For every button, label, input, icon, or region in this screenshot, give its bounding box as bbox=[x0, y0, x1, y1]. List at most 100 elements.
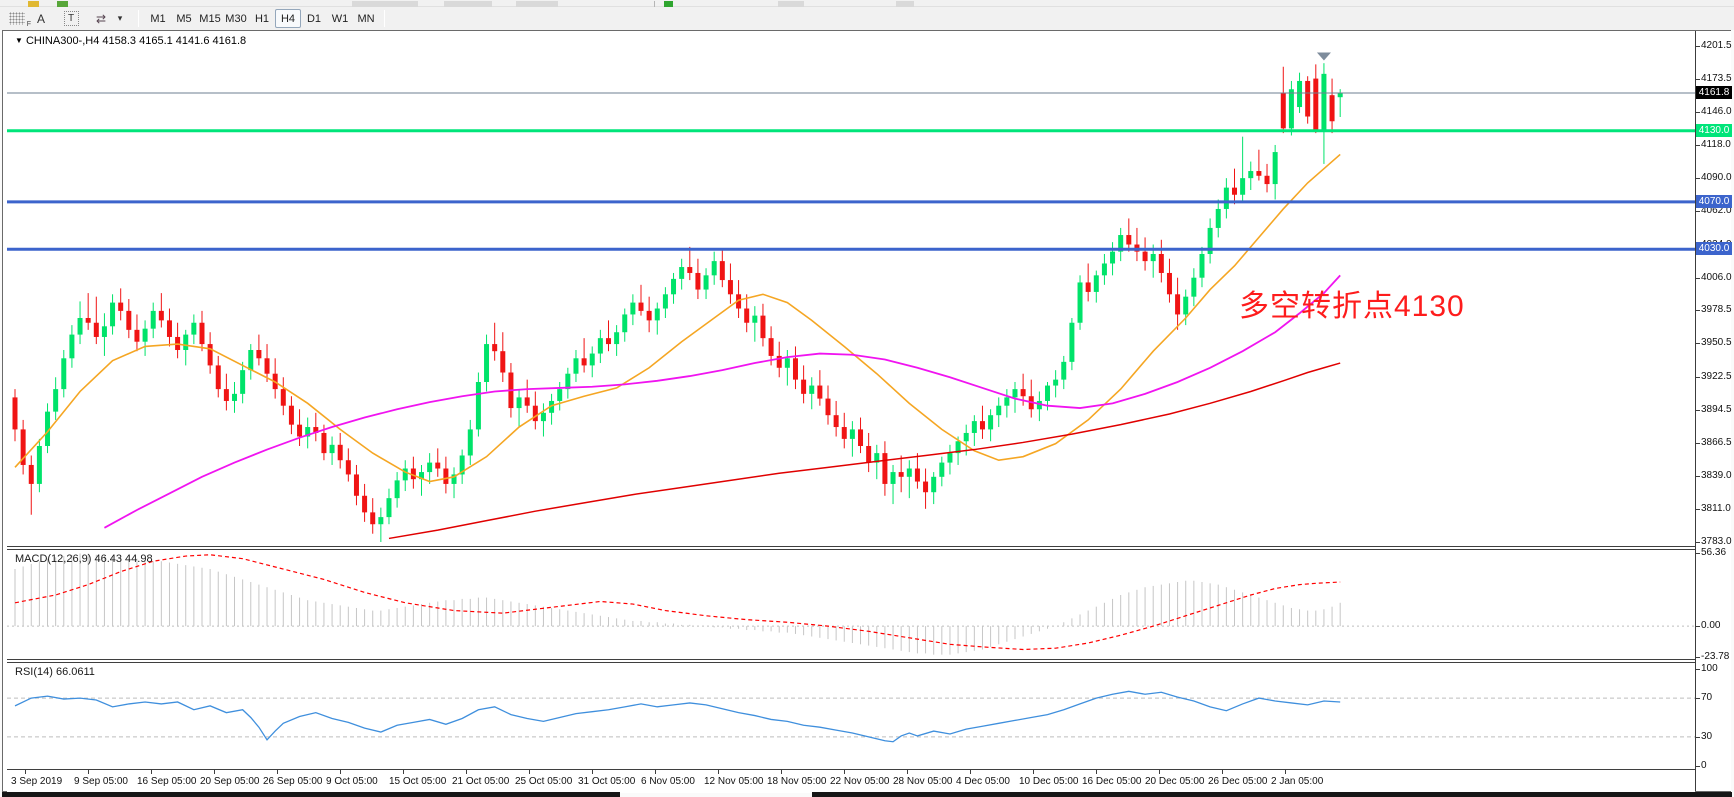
axis-tick-mark bbox=[1696, 669, 1700, 670]
candles bbox=[13, 63, 1343, 542]
date-tick-mark bbox=[1159, 770, 1160, 774]
chart-ohlc-values: 4158.3 4165.1 4141.6 4161.8 bbox=[102, 35, 246, 47]
crosshair-grid-icon[interactable]: F bbox=[5, 9, 29, 28]
price-tick-label: 3950.5 bbox=[1701, 337, 1732, 348]
price-tick-label: 4090.0 bbox=[1701, 172, 1732, 183]
macd-tick-label: 56.36 bbox=[1701, 547, 1726, 558]
text-label-icon[interactable]: A bbox=[33, 9, 49, 28]
date-tick-label: 20 Sep 05:00 bbox=[200, 776, 260, 787]
date-tick-mark bbox=[781, 770, 782, 774]
date-tick-mark bbox=[340, 770, 341, 774]
price-axis[interactable]: 4201.54173.54146.04118.04090.04062.04034… bbox=[1695, 31, 1731, 791]
rsi-canvas[interactable] bbox=[7, 663, 1695, 769]
date-tick-label: 9 Sep 05:00 bbox=[74, 776, 128, 787]
date-tick-label: 16 Dec 05:00 bbox=[1082, 776, 1142, 787]
date-tick-mark bbox=[907, 770, 908, 774]
date-tick-label: 16 Sep 05:00 bbox=[137, 776, 197, 787]
axis-tick-mark bbox=[1696, 310, 1700, 311]
axis-tick-mark bbox=[1696, 278, 1700, 279]
price-tick-label: 3783.0 bbox=[1701, 536, 1732, 547]
date-tick-label: 21 Oct 05:00 bbox=[452, 776, 509, 787]
chinese-annotation-text: 多空转折点4130 bbox=[1239, 281, 1465, 325]
axis-tick-mark bbox=[1696, 476, 1700, 477]
grid-glyph: F bbox=[9, 12, 25, 25]
text-box-icon[interactable]: T bbox=[61, 9, 81, 28]
date-tick-mark bbox=[151, 770, 152, 774]
axis-tick-mark bbox=[1696, 542, 1700, 543]
clipped-upper-toolbar bbox=[0, 0, 1734, 7]
rsi-tick-label: 0 bbox=[1701, 760, 1707, 771]
date-tick-mark bbox=[88, 770, 89, 774]
sell-arrow-marker bbox=[1317, 53, 1331, 61]
macd-canvas[interactable] bbox=[7, 550, 1695, 659]
price-tick-label: 3811.0 bbox=[1701, 503, 1731, 514]
timeframe-button-M5[interactable]: M5 bbox=[171, 9, 197, 28]
text-label-glyph: A bbox=[37, 12, 45, 26]
date-tick-mark bbox=[466, 770, 467, 774]
timeframe-button-W1[interactable]: W1 bbox=[327, 9, 353, 28]
date-tick-label: 26 Sep 05:00 bbox=[263, 776, 323, 787]
axis-tick-mark bbox=[1696, 553, 1700, 554]
price-tick-label: 3894.5 bbox=[1701, 404, 1732, 415]
rsi-pane: RSI(14) 66.0611 bbox=[7, 663, 1695, 769]
axis-tick-mark bbox=[1696, 343, 1700, 344]
axis-tick-mark bbox=[1696, 657, 1700, 658]
cycle-symbols-icon[interactable]: ⇄ bbox=[90, 9, 112, 28]
date-tick-mark bbox=[1033, 770, 1034, 774]
timeframe-button-M30[interactable]: M30 bbox=[223, 9, 249, 28]
price-tick-label: 3839.0 bbox=[1701, 470, 1732, 481]
lower-window-edge bbox=[812, 792, 1732, 797]
axis-tick-mark bbox=[1696, 79, 1700, 80]
date-tick-mark bbox=[718, 770, 719, 774]
date-tick-mark bbox=[277, 770, 278, 774]
axis-tick-mark bbox=[1696, 46, 1700, 47]
axis-tick-mark bbox=[1696, 698, 1700, 699]
price-tick-label: 4118.0 bbox=[1701, 139, 1731, 150]
axis-tick-mark bbox=[1696, 410, 1700, 411]
date-tick-label: 10 Dec 05:00 bbox=[1019, 776, 1079, 787]
timeframe-button-M15[interactable]: M15 bbox=[197, 9, 223, 28]
chart-title: ▼ CHINA300-,H4 4158.3 4165.1 4141.6 4161… bbox=[15, 35, 246, 47]
date-tick-label: 22 Nov 05:00 bbox=[830, 776, 890, 787]
macd-tick-label: 0.00 bbox=[1701, 620, 1720, 631]
chart-title-arrow-icon: ▼ bbox=[15, 36, 23, 45]
date-tick-mark bbox=[1222, 770, 1223, 774]
support-line-4030-price-label: 4030.0 bbox=[1696, 242, 1732, 255]
date-tick-mark bbox=[25, 770, 26, 774]
dropdown-caret-icon[interactable]: ▾ bbox=[114, 9, 126, 28]
date-tick-mark bbox=[970, 770, 971, 774]
current-price-line-price-label: 4161.8 bbox=[1696, 86, 1732, 99]
date-tick-label: 3 Sep 2019 bbox=[11, 776, 62, 787]
rsi-line bbox=[15, 691, 1340, 741]
date-axis[interactable]: 3 Sep 2019 9 Sep 05:00 16 Sep 05:0020 Sep … bbox=[7, 769, 1695, 793]
axis-tick-mark bbox=[1696, 178, 1700, 179]
timeframe-button-H1[interactable]: H1 bbox=[249, 9, 275, 28]
rsi-tick-label: 30 bbox=[1701, 731, 1712, 742]
axis-tick-mark bbox=[1696, 112, 1700, 113]
axis-tick-mark bbox=[1696, 737, 1700, 738]
axis-tick-mark bbox=[1696, 443, 1700, 444]
pivot-line-4130-price-label: 4130.0 bbox=[1696, 124, 1732, 137]
date-tick-label: 31 Oct 05:00 bbox=[578, 776, 635, 787]
date-tick-label: 26 Dec 05:00 bbox=[1208, 776, 1268, 787]
price-tick-label: 4173.5 bbox=[1701, 73, 1732, 84]
date-tick-label: 12 Nov 05:00 bbox=[704, 776, 764, 787]
price-tick-label: 4006.0 bbox=[1701, 272, 1732, 283]
cycle-glyph: ⇄ bbox=[96, 12, 106, 26]
axis-tick-mark bbox=[1696, 211, 1700, 212]
date-tick-label: 2 Jan 05:00 bbox=[1271, 776, 1323, 787]
date-tick-mark bbox=[214, 770, 215, 774]
date-tick-mark bbox=[1096, 770, 1097, 774]
date-tick-label: 20 Dec 05:00 bbox=[1145, 776, 1205, 787]
price-tick-label: 3866.5 bbox=[1701, 437, 1732, 448]
axis-tick-mark bbox=[1696, 509, 1700, 510]
price-tick-label: 3922.5 bbox=[1701, 371, 1732, 382]
timeframe-button-MN[interactable]: MN bbox=[353, 9, 379, 28]
axis-tick-mark bbox=[1696, 377, 1700, 378]
date-tick-mark bbox=[844, 770, 845, 774]
timeframe-button-M1[interactable]: M1 bbox=[145, 9, 171, 28]
timeframe-button-H4[interactable]: H4 bbox=[275, 9, 301, 28]
macd-signal-line bbox=[15, 555, 1340, 650]
timeframe-button-D1[interactable]: D1 bbox=[301, 9, 327, 28]
price-tick-label: 3978.5 bbox=[1701, 304, 1732, 315]
